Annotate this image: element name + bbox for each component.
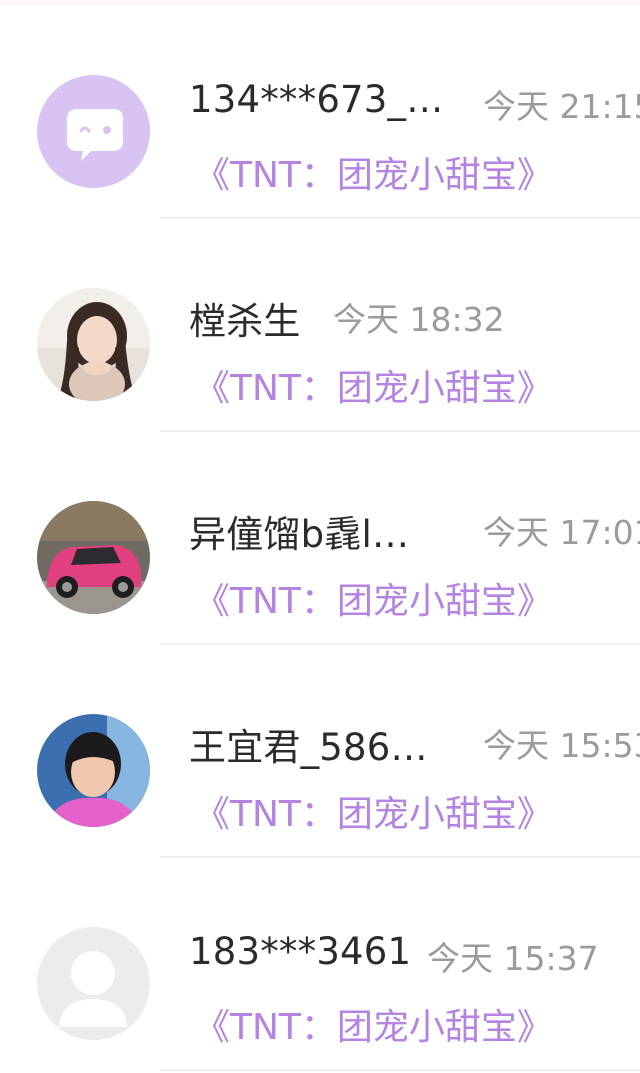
timestamp: 今天 18:32 bbox=[333, 300, 505, 339]
user-avatar bbox=[37, 501, 150, 614]
divider bbox=[160, 1069, 640, 1071]
message-list: 134***673_… 今天 21:15 《TNT：团宠小甜宝》 樘杀生 今天 … bbox=[0, 6, 640, 1071]
message-row[interactable]: 134***673_… 今天 21:15 《TNT：团宠小甜宝》 bbox=[0, 6, 640, 219]
message-row[interactable]: 樘杀生 今天 18:32 《TNT：团宠小甜宝》 bbox=[0, 219, 640, 432]
user-avatar bbox=[37, 714, 150, 827]
message-row[interactable]: 异僮馏b毳l… 今天 17:01 《TNT：团宠小甜宝》 bbox=[0, 432, 640, 645]
sender-name: 异僮馏b毳l… bbox=[189, 513, 410, 556]
book-title-link[interactable]: 《TNT：团宠小甜宝》 bbox=[194, 359, 553, 411]
timestamp: 今天 21:15 bbox=[483, 87, 640, 126]
sender-name: 183***3461 bbox=[189, 930, 412, 973]
book-title-link[interactable]: 《TNT：团宠小甜宝》 bbox=[194, 785, 553, 837]
sender-name: 樘杀生 bbox=[189, 300, 301, 343]
book-title-link[interactable]: 《TNT：团宠小甜宝》 bbox=[194, 998, 553, 1050]
sender-name: 134***673_… bbox=[189, 78, 444, 121]
book-title-link[interactable]: 《TNT：团宠小甜宝》 bbox=[194, 146, 553, 198]
message-row[interactable]: 王宜君_586… 今天 15:53 《TNT：团宠小甜宝》 bbox=[0, 645, 640, 858]
timestamp: 今天 17:01 bbox=[483, 513, 640, 552]
message-row[interactable]: 183***3461 今天 15:37 《TNT：团宠小甜宝》 bbox=[0, 858, 640, 1071]
user-avatar bbox=[37, 288, 150, 401]
timestamp: 今天 15:53 bbox=[483, 726, 640, 765]
sender-name: 王宜君_586… bbox=[189, 726, 428, 769]
book-title-link[interactable]: 《TNT：团宠小甜宝》 bbox=[194, 572, 553, 624]
default-user-icon bbox=[37, 927, 150, 1040]
chat-bubble-placeholder-icon bbox=[37, 75, 150, 188]
timestamp: 今天 15:37 bbox=[427, 939, 599, 978]
